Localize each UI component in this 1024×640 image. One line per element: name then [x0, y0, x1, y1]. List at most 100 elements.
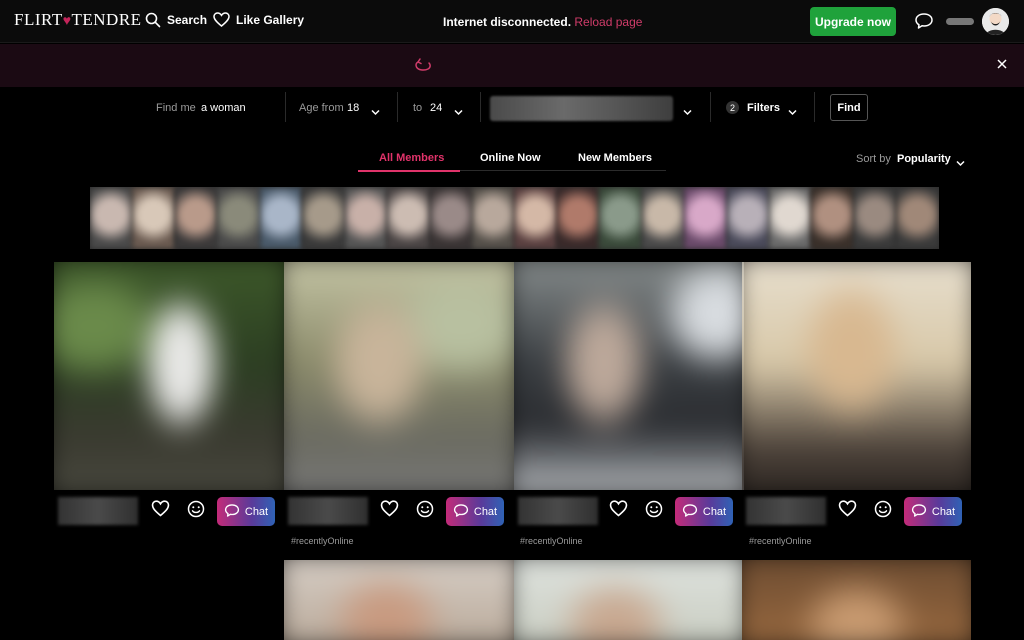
chat-icon	[682, 503, 698, 521]
chat-button-label: Chat	[702, 505, 727, 518]
filter-divider	[710, 92, 711, 122]
story-thumbnail[interactable]	[556, 187, 600, 249]
smiley-icon[interactable]	[874, 500, 892, 523]
chevron-down-icon[interactable]	[683, 103, 692, 121]
location-select[interactable]	[490, 96, 673, 121]
heart-icon[interactable]	[609, 500, 628, 522]
age-from-label: Age from	[299, 102, 344, 114]
chat-icon	[224, 503, 240, 521]
chat-button-label: Chat	[244, 505, 269, 518]
heart-icon[interactable]	[380, 500, 399, 522]
chat-button[interactable]: Chat	[904, 497, 962, 526]
brand-logo[interactable]: FLIRT♥TENDRE	[14, 10, 142, 30]
logo-text-left: FLIRT	[14, 10, 63, 29]
find-me-select[interactable]: a woman	[201, 102, 246, 114]
age-to-select[interactable]: 24	[430, 102, 442, 114]
sort-select[interactable]: Popularity	[897, 153, 951, 165]
chat-button[interactable]: Chat	[446, 497, 504, 526]
age-to-label: to	[413, 102, 423, 114]
tab-new-members[interactable]: New Members	[578, 152, 652, 164]
profile-photo[interactable]	[284, 560, 514, 640]
heart-icon[interactable]	[838, 500, 857, 522]
profile-tag: #recentlyOnline	[749, 536, 812, 546]
chevron-down-icon[interactable]	[788, 103, 797, 121]
find-button[interactable]: Find	[830, 94, 868, 121]
story-thumbnail[interactable]	[132, 187, 175, 249]
filters-button[interactable]: Filters	[747, 102, 780, 114]
smiley-icon[interactable]	[645, 500, 663, 523]
heart-icon[interactable]	[151, 500, 170, 522]
avatar[interactable]	[982, 8, 1009, 35]
find-me-label: Find me	[156, 102, 196, 114]
filter-divider	[814, 92, 815, 122]
profile-photo[interactable]	[514, 560, 742, 640]
profile-photo[interactable]	[514, 262, 744, 490]
story-thumbnail[interactable]	[302, 187, 345, 249]
chat-icon	[911, 503, 927, 521]
profile-photo[interactable]	[742, 560, 971, 640]
heart-icon	[213, 12, 230, 27]
chat-button-label: Chat	[473, 505, 498, 518]
story-thumbnail[interactable]	[90, 187, 133, 249]
story-thumbnail[interactable]	[726, 187, 769, 249]
profile-photo[interactable]	[54, 262, 284, 490]
profile-photo[interactable]	[742, 262, 971, 490]
reload-icon	[414, 57, 432, 78]
story-thumbnail[interactable]	[217, 187, 260, 249]
chat-icon	[453, 503, 469, 521]
profile-tag: #recentlyOnline	[520, 536, 583, 546]
logo-heart: ♥	[62, 14, 72, 29]
nav-like-gallery[interactable]: Like Gallery	[213, 12, 304, 27]
chevron-down-icon[interactable]	[956, 154, 965, 172]
story-thumbnail[interactable]	[514, 187, 557, 249]
age-from-select[interactable]: 18	[347, 102, 359, 114]
story-thumbnail[interactable]	[684, 187, 727, 249]
story-thumbnail[interactable]	[259, 187, 303, 249]
story-thumbnail[interactable]	[344, 187, 388, 249]
active-tab-indicator	[358, 170, 460, 172]
connection-alert-banner	[0, 44, 1024, 87]
chat-button[interactable]: Chat	[675, 497, 733, 526]
profile-tag: #recentlyOnline	[291, 536, 354, 546]
story-thumbnail[interactable]	[896, 187, 939, 249]
chevron-down-icon[interactable]	[371, 103, 380, 121]
logo-text-right: TENDRE	[71, 10, 142, 29]
tab-online-now[interactable]: Online Now	[480, 152, 541, 164]
close-icon[interactable]	[996, 57, 1008, 75]
nav-like-gallery-label: Like Gallery	[236, 12, 305, 27]
chat-icon[interactable]	[914, 12, 934, 35]
story-thumbnail[interactable]	[471, 187, 515, 249]
tab-all-members[interactable]: All Members	[379, 152, 444, 164]
member-stories-strip	[90, 187, 939, 249]
story-thumbnail[interactable]	[174, 187, 218, 249]
chat-button[interactable]: Chat	[217, 497, 275, 526]
profile-name	[518, 497, 598, 525]
story-thumbnail[interactable]	[599, 187, 642, 249]
story-thumbnail[interactable]	[853, 187, 897, 249]
filter-divider	[397, 92, 398, 122]
filter-divider	[285, 92, 286, 122]
filter-divider	[480, 92, 481, 122]
profile-name	[746, 497, 826, 525]
banner-message: Internet disconnected. Reload page	[443, 15, 642, 29]
sort-by-label: Sort by	[856, 153, 891, 165]
story-thumbnail[interactable]	[641, 187, 685, 249]
story-thumbnail[interactable]	[387, 187, 430, 249]
nav-search-label: Search	[167, 13, 208, 27]
story-thumbnail[interactable]	[769, 187, 812, 249]
smiley-icon[interactable]	[416, 500, 434, 523]
chat-button-label: Chat	[931, 505, 956, 518]
search-icon	[145, 12, 161, 28]
nav-search[interactable]: Search	[145, 12, 207, 28]
status-toggle[interactable]	[946, 18, 974, 25]
profile-photo[interactable]	[284, 262, 514, 490]
story-thumbnail[interactable]	[811, 187, 854, 249]
reload-page-link[interactable]: Reload page	[574, 15, 642, 29]
upgrade-button[interactable]: Upgrade now	[810, 7, 896, 36]
profile-name	[288, 497, 368, 525]
story-thumbnail[interactable]	[429, 187, 472, 249]
smiley-icon[interactable]	[187, 500, 205, 523]
profile-name	[58, 497, 138, 525]
filters-count-badge: 2	[726, 101, 739, 114]
chevron-down-icon[interactable]	[454, 103, 463, 121]
